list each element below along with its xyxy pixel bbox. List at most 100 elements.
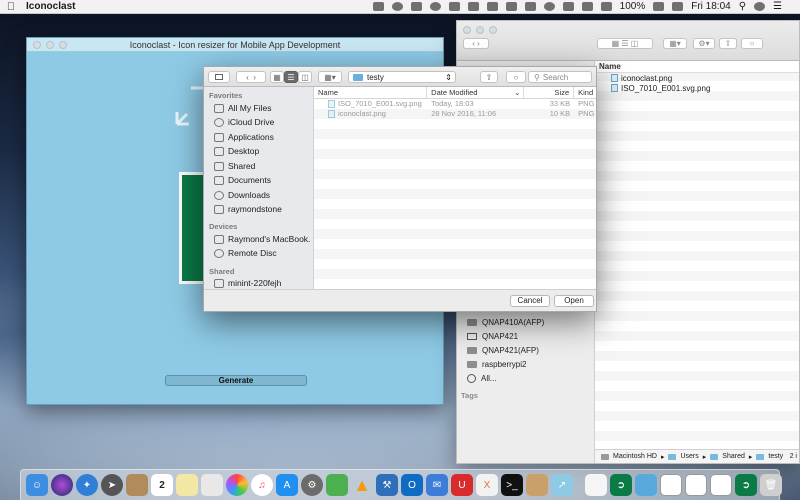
finder-zoom-button[interactable] bbox=[489, 26, 497, 34]
clipboard-icon[interactable] bbox=[505, 2, 517, 11]
siri-dock-icon[interactable] bbox=[51, 474, 73, 496]
battery-percent[interactable]: 100% bbox=[620, 1, 646, 12]
path-crumb[interactable]: Users bbox=[680, 453, 698, 460]
airplay-icon[interactable] bbox=[581, 2, 593, 11]
minimize-button[interactable] bbox=[46, 41, 54, 49]
column-header-date[interactable]: Date Modified ⌄ bbox=[427, 87, 525, 98]
location-popup[interactable]: testy ⇕ bbox=[348, 71, 456, 83]
view-columns-button[interactable]: ◫ bbox=[298, 71, 312, 83]
document-dock-icon[interactable] bbox=[585, 474, 607, 496]
vlc-dock-icon[interactable]: ▲ bbox=[351, 474, 373, 496]
finder-close-button[interactable] bbox=[463, 26, 471, 34]
finder-arrange-button[interactable]: ▦▾ bbox=[663, 38, 687, 49]
mail-dock-icon[interactable]: ✉ bbox=[426, 474, 448, 496]
finder-shared-item[interactable]: QNAP421 bbox=[467, 330, 518, 342]
column-header-kind[interactable]: Kind bbox=[574, 87, 596, 98]
column-header-size[interactable]: Size bbox=[524, 87, 575, 98]
finder-tag-button[interactable]: ○ bbox=[741, 38, 763, 49]
outlook-dock-icon[interactable]: O bbox=[401, 474, 423, 496]
system-preferences-dock-icon[interactable]: ⚙ bbox=[301, 474, 323, 496]
window-dock-icon[interactable] bbox=[660, 474, 682, 496]
sidebar-item-macbook[interactable]: Raymond's MacBook... bbox=[214, 233, 310, 245]
itunes-dock-icon[interactable]: ♫ bbox=[251, 474, 273, 496]
transmit-icon[interactable] bbox=[448, 2, 460, 11]
bluetooth-icon[interactable] bbox=[524, 2, 536, 11]
battery-icon[interactable] bbox=[653, 2, 665, 11]
volume-icon[interactable] bbox=[600, 2, 612, 11]
sidebar-item-remote-disc[interactable]: Remote Disc bbox=[214, 247, 310, 259]
search-input[interactable]: ⚲ Search bbox=[528, 71, 592, 83]
sourcetree-dock-icon[interactable] bbox=[326, 474, 348, 496]
launchpad-dock-icon[interactable]: ➤ bbox=[101, 474, 123, 496]
network-icon[interactable] bbox=[467, 2, 479, 11]
sidebar-item-network-host[interactable]: minint-220fejh bbox=[214, 277, 310, 289]
terminal-dock-icon[interactable]: >_ bbox=[501, 474, 523, 496]
timemachine-icon[interactable] bbox=[543, 2, 555, 11]
notification-center-icon[interactable]: ☰ bbox=[773, 1, 782, 12]
cancel-button[interactable]: Cancel bbox=[510, 295, 550, 307]
scissors-icon[interactable] bbox=[410, 2, 422, 11]
evernote-icon[interactable] bbox=[391, 2, 403, 11]
exit-sign-dock-icon[interactable]: ➲ bbox=[735, 474, 757, 496]
display-icon[interactable] bbox=[486, 2, 498, 11]
finder-dock-icon[interactable]: ☺ bbox=[26, 474, 48, 496]
reminders-dock-icon[interactable] bbox=[201, 474, 223, 496]
apple-menu-icon[interactable]:  bbox=[0, 1, 22, 13]
sidebar-toggle-button[interactable] bbox=[208, 71, 230, 83]
menubar-clock[interactable]: Fri 18:04 bbox=[691, 1, 730, 12]
file-row[interactable]: ISO_7010_E001.svg.png Today, 18:03 33 KB… bbox=[314, 99, 596, 109]
trash-dock-icon[interactable]: 🗑 bbox=[760, 474, 782, 496]
finder-action-button[interactable]: ⚙▾ bbox=[693, 38, 715, 49]
sidebar-item-icloud-drive[interactable]: iCloud Drive bbox=[214, 116, 310, 128]
xcode-dock-icon[interactable]: ⚒ bbox=[376, 474, 398, 496]
xampp-dock-icon[interactable]: X bbox=[476, 474, 498, 496]
view-icons-button[interactable]: ▦ bbox=[270, 71, 284, 83]
keyboard-flag-icon[interactable] bbox=[672, 2, 684, 11]
sidebar-item-home[interactable]: raymondstone bbox=[214, 203, 310, 215]
iconoclast-dock-icon[interactable]: ↗ bbox=[551, 474, 573, 496]
notes-dock-icon[interactable] bbox=[176, 474, 198, 496]
sidebar-item-downloads[interactable]: Downloads bbox=[214, 189, 310, 201]
sidebar-item-documents[interactable]: Documents bbox=[214, 174, 310, 186]
finder-shared-item[interactable]: raspberrypi2 bbox=[467, 358, 526, 370]
sidebar-item-desktop[interactable]: Desktop bbox=[214, 145, 310, 157]
finder-shared-item[interactable]: QNAP410A(AFP) bbox=[467, 316, 544, 328]
finder-file-row[interactable]: ISO_7010_E001.svg.png bbox=[595, 83, 799, 93]
path-crumb[interactable]: testy bbox=[768, 453, 783, 460]
window-dock-icon[interactable] bbox=[685, 474, 707, 496]
exit-sign-dock-icon[interactable]: ➲ bbox=[610, 474, 632, 496]
contacts-dock-icon[interactable] bbox=[126, 474, 148, 496]
wifi-icon[interactable] bbox=[562, 2, 574, 11]
finder-view-switcher[interactable]: ▦ ☰ ◫ bbox=[597, 38, 653, 49]
calendar-dock-icon[interactable]: 2 bbox=[151, 474, 173, 496]
finder-shared-item[interactable]: All... bbox=[467, 372, 497, 384]
close-button[interactable] bbox=[33, 41, 41, 49]
automator-dock-icon[interactable] bbox=[526, 474, 548, 496]
sidebar-item-all-my-files[interactable]: All My Files bbox=[214, 102, 310, 114]
window-dock-icon[interactable] bbox=[710, 474, 732, 496]
dropbox-icon[interactable] bbox=[372, 2, 384, 11]
finder-shared-item[interactable]: QNAP421(AFP) bbox=[467, 344, 539, 356]
sidebar-item-shared[interactable]: Shared bbox=[214, 160, 310, 172]
finder-column-name[interactable]: Name bbox=[595, 61, 799, 73]
view-list-button[interactable]: ☰ bbox=[284, 71, 298, 83]
generate-button[interactable]: Generate bbox=[165, 375, 307, 386]
photos-dock-icon[interactable] bbox=[226, 474, 248, 496]
arrange-button[interactable]: ▦▾ bbox=[318, 71, 342, 83]
app-store-dock-icon[interactable]: A bbox=[276, 474, 298, 496]
spotlight-icon[interactable]: ⚲ bbox=[739, 1, 746, 12]
tag-button[interactable]: ○ bbox=[506, 71, 526, 83]
app-menu-name[interactable]: Iconoclast bbox=[26, 1, 75, 12]
folder-dock-icon[interactable] bbox=[635, 474, 657, 496]
path-crumb[interactable]: Shared bbox=[722, 453, 745, 460]
finder-share-button[interactable]: ⇧ bbox=[719, 38, 737, 49]
share-button[interactable]: ⇧ bbox=[480, 71, 498, 83]
file-row[interactable]: iconoclast.png 28 Nov 2016, 11:06 10 KB … bbox=[314, 109, 596, 119]
zoom-button[interactable] bbox=[59, 41, 67, 49]
magnet-dock-icon[interactable]: U bbox=[451, 474, 473, 496]
vlc-status-icon[interactable] bbox=[429, 2, 441, 11]
path-crumb[interactable]: Macintosh HD bbox=[613, 453, 657, 460]
column-header-name[interactable]: Name bbox=[314, 87, 428, 98]
safari-dock-icon[interactable]: ✦ bbox=[76, 474, 98, 496]
finder-back-forward[interactable]: ‹ › bbox=[463, 38, 489, 49]
